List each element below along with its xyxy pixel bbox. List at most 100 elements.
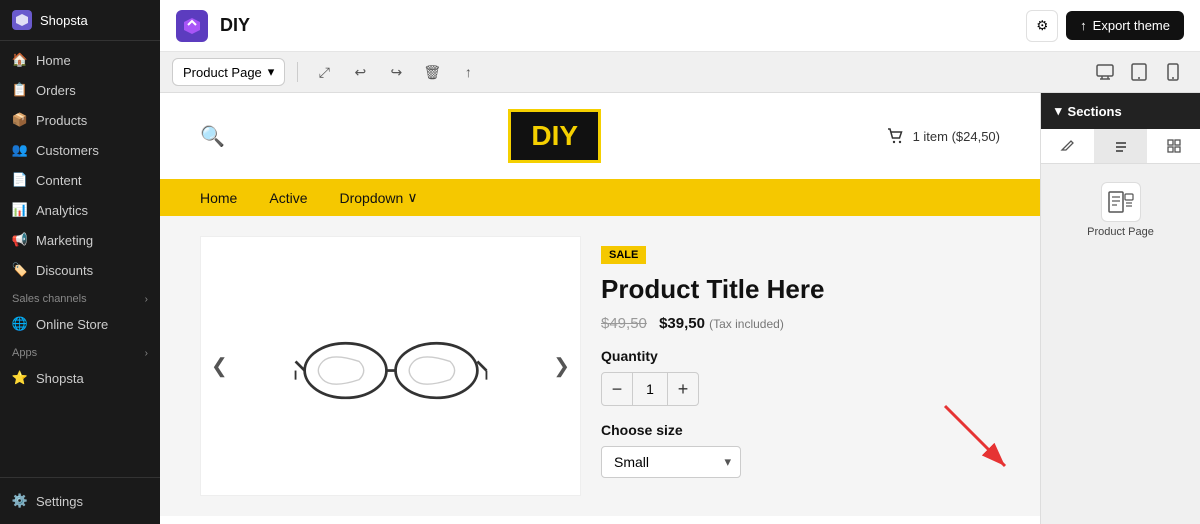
products-icon: 📦 <box>12 112 28 128</box>
sidebar-logo <box>12 10 32 30</box>
sidebar-bottom: ⚙️ Settings <box>0 477 160 524</box>
sidebar-item-discounts[interactable]: 🏷️ Discounts <box>0 255 160 285</box>
size-label: Choose size <box>601 422 980 438</box>
grid-view-button[interactable] <box>1147 129 1200 163</box>
sidebar-item-label: Shopsta <box>36 371 84 386</box>
customers-icon: 👥 <box>12 142 28 158</box>
mobile-view-button[interactable] <box>1158 58 1188 86</box>
sidebar-item-content[interactable]: 📄 Content <box>0 165 160 195</box>
content-icon: 📄 <box>12 172 28 188</box>
redo-button[interactable]: ↪ <box>382 58 410 86</box>
sidebar-app-name: Shopsta <box>40 13 88 28</box>
sidebar-item-products[interactable]: 📦 Products <box>0 105 160 135</box>
export-theme-button[interactable]: ↑ Export theme <box>1066 11 1184 40</box>
nav-dropdown[interactable]: Dropdown ∨ <box>339 189 417 206</box>
sidebar-item-label: Customers <box>36 143 99 158</box>
qty-plus-button[interactable]: + <box>668 373 698 405</box>
tablet-view-button[interactable] <box>1124 58 1154 86</box>
topbar-logo <box>176 10 208 42</box>
main-area: DIY ⚙ ↑ Export theme Product Page ▾ ⤢ ↩ … <box>160 0 1200 524</box>
apps-label: Apps › <box>0 339 160 363</box>
sections-header: ▾ Sections <box>1041 93 1200 129</box>
panel-item-icon <box>1101 182 1141 222</box>
sidebar-item-label: Content <box>36 173 82 188</box>
page-selector[interactable]: Product Page ▾ <box>172 58 285 86</box>
sidebar-item-label: Marketing <box>36 233 93 248</box>
toolbar-divider <box>297 62 298 82</box>
right-panel: ▾ Sections <box>1040 93 1200 524</box>
product-price: $49,50 $39,50 (Tax included) <box>601 315 980 332</box>
product-info: SALE Product Title Here $49,50 $39,50 (T… <box>581 236 1000 496</box>
online-store-icon: 🌐 <box>12 316 28 332</box>
sidebar-item-label: Settings <box>36 494 83 509</box>
sidebar: Shopsta 🏠 Home 📋 Orders 📦 Products 👥 Cus… <box>0 0 160 524</box>
settings-gear-button[interactable]: ⚙ <box>1026 10 1058 42</box>
sales-channels-label: Sales channels › <box>0 285 160 309</box>
page-selector-label: Product Page <box>183 65 262 80</box>
sidebar-item-online-store[interactable]: 🌐 Online Store <box>0 309 160 339</box>
current-price: $39,50 <box>659 315 705 332</box>
topbar: DIY ⚙ ↑ Export theme <box>160 0 1200 52</box>
topbar-title: DIY <box>220 15 1014 36</box>
fullscreen-button[interactable]: ⤢ <box>310 58 338 86</box>
sidebar-item-marketing[interactable]: 📢 Marketing <box>0 225 160 255</box>
quantity-control: − 1 + <box>601 372 699 406</box>
sidebar-item-label: Orders <box>36 83 76 98</box>
topbar-actions: ⚙ ↑ Export theme <box>1026 10 1184 42</box>
sidebar-item-orders[interactable]: 📋 Orders <box>0 75 160 105</box>
next-image-button[interactable]: ❯ <box>553 354 570 379</box>
chevron-down-icon: ∨ <box>407 189 417 206</box>
preview-area: 🔍 DIY 1 item ($24,50) Home Active Dropdo… <box>160 93 1040 524</box>
panel-product-page-item[interactable]: Product Page <box>1051 174 1190 246</box>
prev-image-button[interactable]: ❮ <box>211 354 228 379</box>
chevron-icon: › <box>145 348 148 359</box>
sidebar-item-settings[interactable]: ⚙️ Settings <box>0 486 160 516</box>
discounts-icon: 🏷️ <box>12 262 28 278</box>
qty-minus-button[interactable]: − <box>602 373 632 405</box>
marketing-icon: 📢 <box>12 232 28 248</box>
chevron-icon: › <box>145 294 148 305</box>
delete-button[interactable]: 🗑 <box>418 58 446 86</box>
orders-icon: 📋 <box>12 82 28 98</box>
sidebar-header: Shopsta <box>0 0 160 41</box>
desktop-view-button[interactable] <box>1090 58 1120 86</box>
panel-content: Product Page <box>1041 164 1200 256</box>
export-icon: ↑ <box>1080 18 1087 33</box>
nav-home[interactable]: Home <box>200 190 237 206</box>
sidebar-item-label: Home <box>36 53 71 68</box>
store-nav: Home Active Dropdown ∨ <box>160 179 1040 216</box>
sidebar-item-home[interactable]: 🏠 Home <box>0 45 160 75</box>
edit-view-button[interactable] <box>1041 129 1094 163</box>
upload-button[interactable]: ↑ <box>454 58 482 86</box>
store-header: 🔍 DIY 1 item ($24,50) <box>160 93 1040 179</box>
sidebar-item-label: Analytics <box>36 203 88 218</box>
nav-active[interactable]: Active <box>269 190 307 206</box>
panel-item-label: Product Page <box>1087 226 1154 238</box>
cart-icon <box>885 126 905 146</box>
tax-text: (Tax included) <box>709 317 784 331</box>
search-icon[interactable]: 🔍 <box>200 124 225 149</box>
toolbar: Product Page ▾ ⤢ ↩ ↪ 🗑 ↑ <box>160 52 1200 93</box>
sale-badge: SALE <box>601 246 646 264</box>
sidebar-item-customers[interactable]: 👥 Customers <box>0 135 160 165</box>
collapse-icon[interactable]: ▾ <box>1055 103 1062 119</box>
editor-area: 🔍 DIY 1 item ($24,50) Home Active Dropdo… <box>160 93 1200 524</box>
product-image-area: ❮ ❯ <box>200 236 581 496</box>
sidebar-nav: 🏠 Home 📋 Orders 📦 Products 👥 Customers 📄… <box>0 41 160 477</box>
sidebar-item-analytics[interactable]: 📊 Analytics <box>0 195 160 225</box>
sidebar-item-shopsta[interactable]: ⭐ Shopsta <box>0 363 160 393</box>
chevron-down-icon: ▾ <box>268 64 275 80</box>
undo-button[interactable]: ↩ <box>346 58 374 86</box>
sidebar-item-label: Products <box>36 113 87 128</box>
gear-icon: ⚙ <box>1036 18 1048 34</box>
product-image <box>291 316 491 416</box>
shopsta-icon: ⭐ <box>12 370 28 386</box>
settings-icon: ⚙️ <box>12 493 28 509</box>
list-view-button[interactable] <box>1094 129 1147 163</box>
sidebar-item-label: Discounts <box>36 263 93 278</box>
size-select[interactable]: Small Medium Large <box>601 446 741 478</box>
product-title: Product Title Here <box>601 274 980 305</box>
cart-icon-area[interactable]: 1 item ($24,50) <box>885 126 1000 146</box>
sidebar-item-label: Online Store <box>36 317 108 332</box>
store-logo: DIY <box>508 109 601 163</box>
